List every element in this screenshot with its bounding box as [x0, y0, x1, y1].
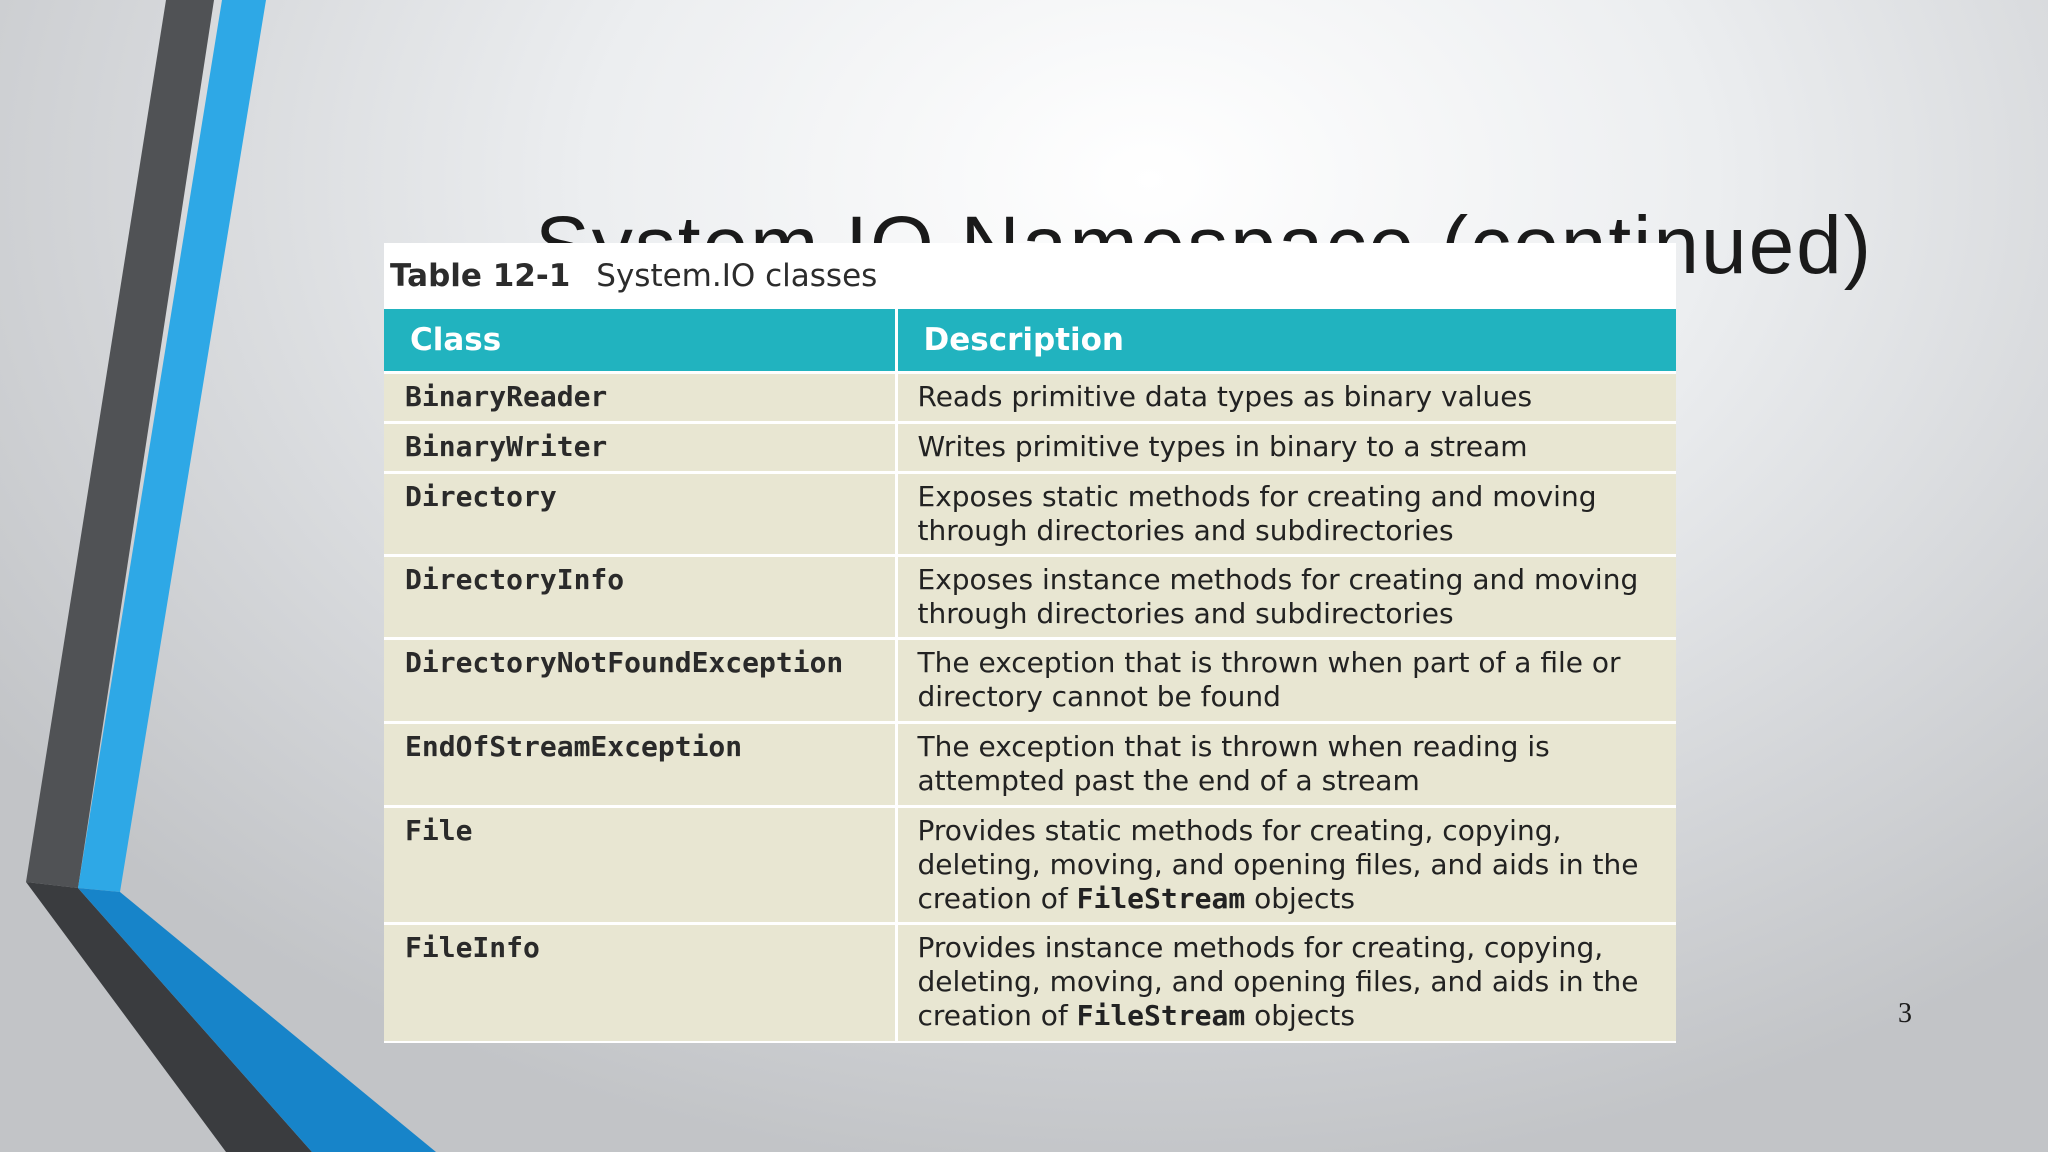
table-caption-number: Table 12-1: [390, 258, 571, 294]
description-cell: The exception that is thrown when part o…: [896, 637, 1676, 723]
class-name-cell: Directory: [384, 471, 898, 556]
system-io-classes-table: Class Description BinaryReader Reads pri…: [384, 309, 1676, 1041]
class-name-cell: EndOfStreamException: [384, 721, 898, 807]
table-caption-text: System.IO classes: [596, 258, 878, 294]
description-tail: objects: [1245, 882, 1355, 915]
table-row: EndOfStreamException The exception that …: [384, 721, 1676, 807]
description-cell: Reads primitive data types as binary val…: [896, 371, 1676, 423]
table-row: BinaryReader Reads primitive data types …: [384, 371, 1676, 423]
description-cell: Writes primitive types in binary to a st…: [896, 421, 1676, 473]
class-name-cell: DirectoryInfo: [384, 554, 898, 639]
table-caption: Table 12-1 System.IO classes: [390, 243, 877, 309]
class-name-cell: DirectoryNotFoundException: [384, 637, 898, 723]
table-header-row: Class Description: [384, 309, 1676, 373]
table-row: FileInfo Provides instance methods for c…: [384, 922, 1676, 1041]
class-name-cell: FileInfo: [384, 922, 898, 1041]
class-name-cell: BinaryReader: [384, 371, 898, 423]
class-name-cell: BinaryWriter: [384, 421, 898, 473]
slide-number: 3: [1898, 998, 1912, 1029]
description-code: FileStream: [1076, 882, 1246, 915]
table-row: DirectoryNotFoundException The exception…: [384, 637, 1676, 723]
header-description: Description: [896, 309, 1676, 373]
table-row: File Provides static methods for creatin…: [384, 805, 1676, 924]
header-class: Class: [384, 309, 898, 373]
description-tail: objects: [1245, 999, 1355, 1032]
description-cell: The exception that is thrown when readin…: [896, 721, 1676, 807]
description-cell: Exposes instance methods for creating an…: [896, 554, 1676, 639]
table-figure: Table 12-1 System.IO classes Class Descri…: [384, 243, 1676, 1043]
description-cell: Provides static methods for creating, co…: [896, 805, 1676, 924]
description-cell: Provides instance methods for creating, …: [896, 922, 1676, 1041]
table-row: BinaryWriter Writes primitive types in b…: [384, 421, 1676, 473]
table-row: DirectoryInfo Exposes instance methods f…: [384, 554, 1676, 639]
class-name-cell: File: [384, 805, 898, 924]
description-cell: Exposes static methods for creating and …: [896, 471, 1676, 556]
table-row: Directory Exposes static methods for cre…: [384, 471, 1676, 556]
description-code: FileStream: [1076, 999, 1246, 1032]
